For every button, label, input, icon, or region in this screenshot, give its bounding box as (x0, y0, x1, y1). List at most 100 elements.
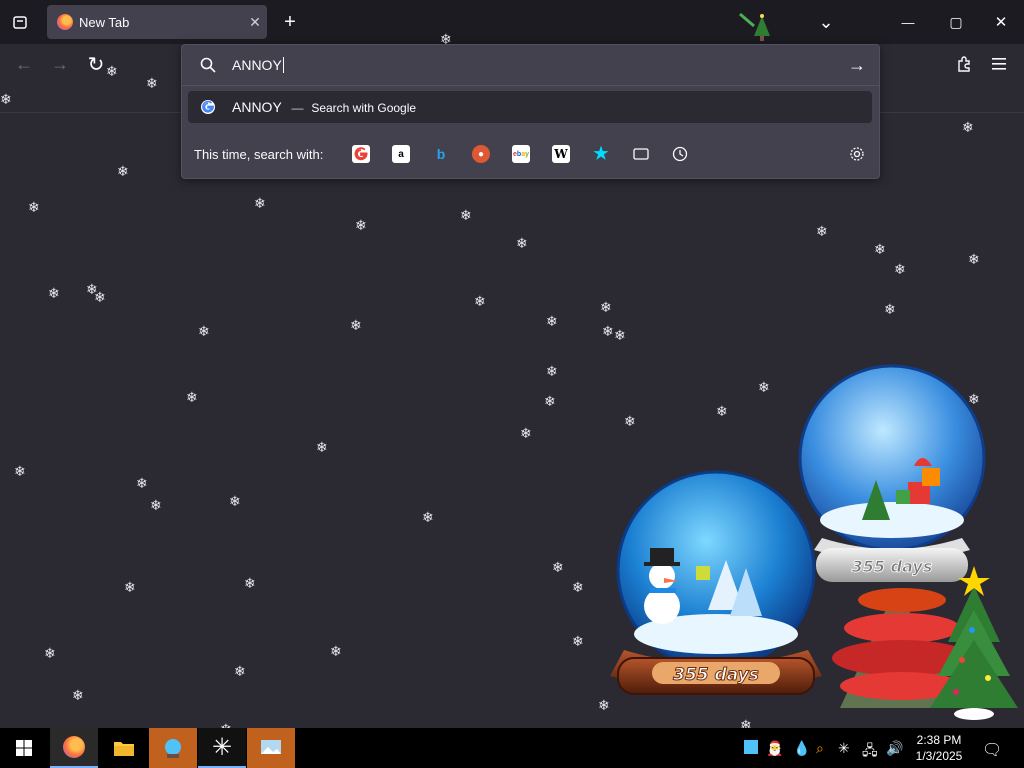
snowflake-icon: ❄ (355, 217, 367, 233)
firefox-icon (57, 14, 73, 30)
suggestion-query: ANNOY (232, 99, 282, 115)
snowflake-icon: ❄ (117, 163, 129, 179)
search-suggestion-row[interactable]: ANNOY — Search with Google (188, 91, 872, 123)
snowflake-icon: ❄ (48, 285, 60, 301)
notifications-icon[interactable]: 🗨 (982, 740, 1002, 760)
tray-santa-icon[interactable]: 🎅 (766, 740, 783, 757)
snowflake-icon: ❄ (229, 493, 241, 509)
search-with-label: This time, search with: (194, 147, 324, 162)
file-explorer-icon[interactable] (100, 728, 148, 768)
maximize-button[interactable]: ▢ (944, 10, 968, 34)
tray-app-icon[interactable] (744, 740, 758, 754)
snowflake-icon: ❄ (474, 293, 486, 309)
snowflake-icon: ❄ (460, 207, 472, 223)
christmas-tree-cursor-icon (738, 10, 774, 44)
tab-new-tab[interactable]: New Tab ✕ (47, 5, 267, 39)
urlbar-value[interactable]: ANNOY (232, 57, 282, 73)
snowflake-icon: ❄ (234, 663, 246, 679)
back-globe-label: 355 days (852, 557, 933, 576)
app-menu-icon[interactable] (988, 52, 1012, 76)
suggestion-separator: — (291, 101, 304, 115)
wikipedia-icon[interactable]: W (552, 145, 570, 163)
urlbar-dropdown: ANNOY → ANNOY — Search with Google This … (181, 44, 880, 179)
snowflake-icon: ❄ (136, 475, 148, 491)
list-all-tabs-button[interactable]: ⌄ (814, 10, 838, 34)
snow-globe-decoration: 355 days 355 days (610, 364, 1018, 720)
urlbar[interactable]: ANNOY → (182, 45, 879, 86)
tab-title: New Tab (79, 14, 130, 30)
snowflake-icon: ❄ (146, 75, 158, 91)
tab-close-icon[interactable]: ✕ (243, 14, 267, 31)
taskbar-clock[interactable]: 2:38 PM 1/3/2025 (912, 732, 966, 764)
snowflake-icon: ❄ (572, 633, 584, 649)
snowflake-icon: ❄ (544, 393, 556, 409)
snowflake-icon: ❄ (0, 91, 12, 107)
windows-taskbar: ✳ 🎅 💧 ⌕ ✳ 🖧 🔊 🗨 (0, 728, 1024, 768)
snowflake-icon: ❄ (600, 299, 612, 315)
snowflake-icon: ❄ (520, 425, 532, 441)
volume-icon[interactable]: 🔊 (886, 740, 903, 757)
snowflake-icon: ❄ (968, 251, 980, 267)
snowflake-icon: ❄ (198, 323, 210, 339)
google-icon (201, 100, 215, 114)
snowflake-icon: ❄ (28, 199, 40, 215)
snowflake-icon: ❄ (72, 687, 84, 703)
amazon-icon[interactable]: a (392, 145, 410, 163)
snowflake-icon: ❄ (874, 241, 886, 257)
snowflake-icon: ❄ (962, 119, 974, 135)
tabs-icon[interactable] (632, 145, 650, 163)
snowflake-icon: ❄ (546, 313, 558, 329)
snowflake-icon: ❄ (894, 261, 906, 277)
go-button[interactable]: → (846, 54, 868, 76)
urlbar-input: ANNOY (232, 57, 284, 73)
front-globe-label: 355 days (673, 665, 759, 685)
snowflake-icon: ❄ (552, 559, 564, 575)
windows-start-icon[interactable] (0, 728, 48, 768)
clock-date: 1/3/2025 (915, 749, 963, 763)
snowflake-icon: ❄ (44, 645, 56, 661)
google-icon[interactable] (352, 145, 370, 163)
minimize-button[interactable]: — (896, 10, 920, 34)
snowflake-icon: ❄ (614, 327, 626, 343)
clock-time: 2:38 PM (916, 733, 962, 747)
snowflake-icon: ❄ (244, 575, 256, 591)
bing-icon[interactable]: b (432, 145, 450, 163)
search-icon (198, 55, 218, 75)
back-snow-globe: 355 days (798, 364, 986, 582)
reload-button[interactable]: ↻ (84, 52, 108, 76)
bookmarks-icon[interactable]: ★ (592, 144, 610, 163)
new-tab-button[interactable]: + (278, 8, 302, 36)
title-bar: New Tab ✕ + ⌄ — ▢ ✕ (0, 0, 1024, 44)
firefox-view-icon[interactable] (8, 10, 32, 34)
snowflake-icon: ❄ (124, 579, 136, 595)
duckduckgo-icon[interactable]: ● (472, 145, 490, 163)
snowflake-icon: ❄ (14, 463, 26, 479)
history-icon[interactable] (671, 145, 689, 163)
snowflake-icon: ❄ (330, 643, 342, 659)
snowflake-icon: ❄ (884, 301, 896, 317)
back-button[interactable]: ← (12, 52, 36, 76)
forward-button[interactable]: → (48, 52, 72, 76)
snowflake-icon: ❄ (516, 235, 528, 251)
tray-snowflake-icon[interactable]: ✳ (838, 740, 850, 757)
snowflake-icon: ❄ (816, 223, 828, 239)
tray-droplet-icon[interactable]: 💧 (793, 740, 810, 757)
tray-search-icon[interactable]: ⌕ (816, 740, 824, 757)
snowflake-icon: ❄ (546, 363, 558, 379)
text-caret (282, 57, 284, 73)
snowflake-icon: ❄ (150, 497, 162, 513)
suggestion-text: ANNOY — Search with Google (232, 99, 416, 115)
search-settings-gear-icon[interactable] (848, 145, 866, 163)
firefox-icon[interactable] (50, 728, 98, 768)
network-icon[interactable]: 🖧 (862, 740, 878, 764)
ebay-icon[interactable]: ebay (512, 145, 530, 163)
snow-app-icon[interactable] (247, 728, 295, 768)
snowflake-icon: ❄ (186, 389, 198, 405)
suggestion-action: Search with Google (311, 101, 417, 115)
snow-globe-app-icon[interactable] (149, 728, 197, 768)
snowflake-icon: ❄ (254, 195, 266, 211)
extensions-icon[interactable] (952, 52, 976, 76)
close-window-button[interactable]: ✕ (989, 10, 1013, 34)
snowflake-icon: ❄ (106, 63, 118, 79)
snowflake-app-icon[interactable]: ✳ (198, 728, 246, 768)
